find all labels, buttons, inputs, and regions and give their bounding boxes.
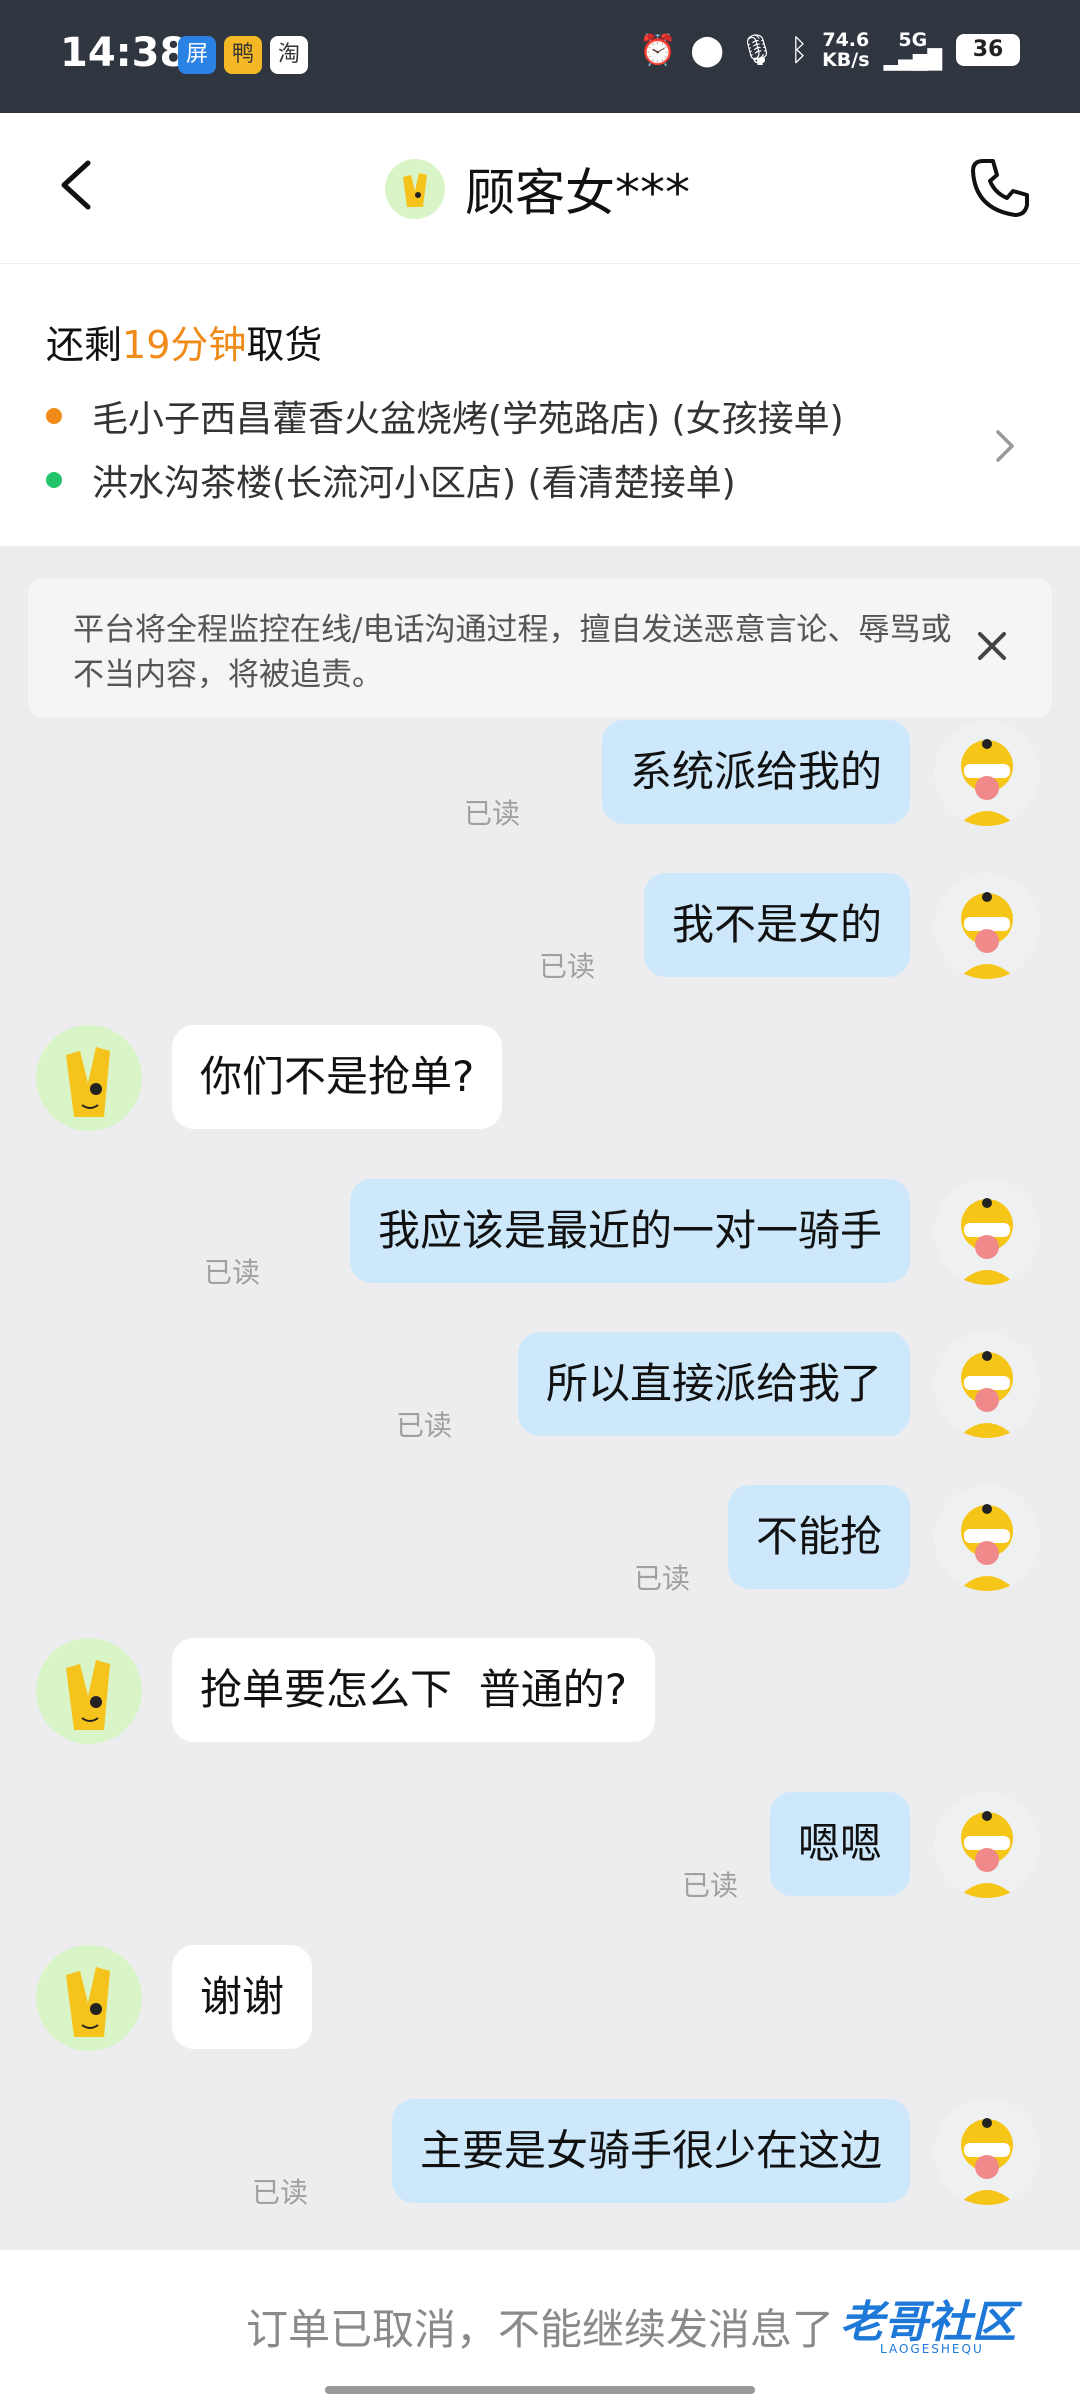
microphone-icon: 🎙 bbox=[737, 32, 777, 68]
read-status: 已读 bbox=[463, 797, 520, 830]
alarm-icon: ⏰ bbox=[639, 32, 677, 68]
app-notification-icon: 淘 bbox=[270, 36, 308, 74]
signal-icon: ▂▄▆█ bbox=[883, 49, 942, 71]
chevron-right-icon[interactable] bbox=[990, 424, 1020, 468]
status-indicators: ⏰ ⬤ 🎙 ᛒ 74.6 KB/s 5G ▂▄▆█ 36 bbox=[639, 30, 1020, 70]
order-info-card[interactable]: 还剩19分钟取货 毛小子西昌藿香火盆烧烤(学苑路店) (女孩接单) 洪水沟茶楼(… bbox=[0, 264, 1080, 546]
battery-indicator: 36 bbox=[956, 34, 1020, 66]
close-icon[interactable] bbox=[972, 626, 1012, 666]
rider-avatar bbox=[934, 873, 1040, 979]
status-bar: 14:38 屏 鸭 淘 ⏰ ⬤ 🎙 ᛒ 74.6 KB/s 5G ▂▄▆█ 36 bbox=[0, 0, 1080, 113]
read-status: 已读 bbox=[395, 1409, 452, 1442]
rider-avatar bbox=[934, 1179, 1040, 1285]
read-status: 已读 bbox=[203, 1256, 260, 1289]
read-status: 已读 bbox=[538, 950, 595, 983]
chat-header: 顾客女*** bbox=[0, 113, 1080, 264]
rider-avatar bbox=[934, 1332, 1040, 1438]
store-item: 洪水沟茶楼(长流河小区店) (看清楚接单) bbox=[46, 454, 736, 506]
read-status: 已读 bbox=[251, 2176, 308, 2209]
phone-call-icon[interactable] bbox=[965, 153, 1035, 223]
rider-avatar-icon bbox=[958, 1351, 1016, 1438]
customer-avatar-icon bbox=[66, 1967, 110, 2037]
rider-avatar-icon bbox=[958, 739, 1016, 826]
read-status: 已读 bbox=[633, 1562, 690, 1595]
read-status: 已读 bbox=[681, 1869, 738, 1902]
customer-avatar bbox=[36, 1945, 142, 2051]
rider-avatar bbox=[934, 2099, 1040, 2205]
message-bubble[interactable]: 主要是女骑手很少在这边 bbox=[391, 2099, 910, 2203]
message-bubble[interactable]: 不能抢 bbox=[727, 1485, 910, 1589]
watermark-logo: 老哥社区 bbox=[840, 2297, 1016, 2348]
message-bubble[interactable]: 嗯嗯 bbox=[769, 1792, 910, 1896]
rider-avatar bbox=[934, 720, 1040, 826]
rider-avatar-icon bbox=[958, 1504, 1016, 1591]
rider-avatar-icon bbox=[958, 1811, 1016, 1898]
rider-avatar-icon bbox=[958, 892, 1016, 979]
chat-title: 顾客女*** bbox=[385, 153, 690, 225]
customer-avatar bbox=[385, 159, 445, 219]
store-dot-icon bbox=[46, 472, 62, 488]
notice-text: 平台将全程监控在线/电话沟通过程，擅自发送恶意言论、辱骂或不当内容，将被追责。 bbox=[73, 612, 952, 693]
store-item: 毛小子西昌藿香火盆烧烤(学苑路店) (女孩接单) bbox=[46, 390, 844, 442]
message-bubble[interactable]: 系统派给我的 bbox=[601, 720, 910, 824]
app-notification-icon: 屏 bbox=[178, 36, 216, 74]
customer-avatar bbox=[36, 1638, 142, 1744]
customer-avatar bbox=[36, 1025, 142, 1131]
network-speed: 74.6 KB/s bbox=[822, 29, 870, 71]
message-bubble[interactable]: 抢单要怎么下 普通的? bbox=[172, 1638, 655, 1742]
customer-avatar-icon bbox=[66, 1047, 110, 1117]
bluetooth-icon: ᛒ bbox=[790, 32, 809, 68]
rider-avatar-icon bbox=[958, 2118, 1016, 2205]
network-type: 5G ▂▄▆█ bbox=[883, 29, 942, 71]
monitoring-notice: 平台将全程监控在线/电话沟通过程，擅自发送恶意言论、辱骂或不当内容，将被追责。 bbox=[28, 578, 1052, 718]
store-dot-icon bbox=[46, 408, 62, 424]
message-bubble[interactable]: 我不是女的 bbox=[643, 873, 910, 977]
chat-footer: 订单已取消，不能继续发消息了 老哥社区 LAOGESHEQU bbox=[0, 2250, 1080, 2400]
app-notification-icon: 鸭 bbox=[224, 36, 262, 74]
home-indicator[interactable] bbox=[325, 2386, 755, 2394]
location-icon: ⬤ bbox=[690, 32, 724, 68]
message-bubble[interactable]: 你们不是抢单? bbox=[172, 1025, 503, 1129]
page-title: 顾客女*** bbox=[465, 164, 690, 222]
rider-avatar-icon bbox=[958, 1198, 1016, 1285]
pickup-remaining-time: 还剩19分钟取货 bbox=[46, 323, 323, 367]
status-time: 14:38 bbox=[60, 30, 188, 76]
rider-avatar bbox=[934, 1485, 1040, 1591]
message-bubble[interactable]: 谢谢 bbox=[172, 1945, 313, 2049]
back-arrow-icon[interactable] bbox=[50, 155, 110, 215]
watermark-subtext: LAOGESHEQU bbox=[880, 2342, 984, 2356]
customer-avatar-icon bbox=[66, 1660, 110, 1730]
message-bubble[interactable]: 我应该是最近的一对一骑手 bbox=[349, 1179, 910, 1283]
message-bubble[interactable]: 所以直接派给我了 bbox=[517, 1332, 910, 1436]
rider-avatar bbox=[934, 1792, 1040, 1898]
